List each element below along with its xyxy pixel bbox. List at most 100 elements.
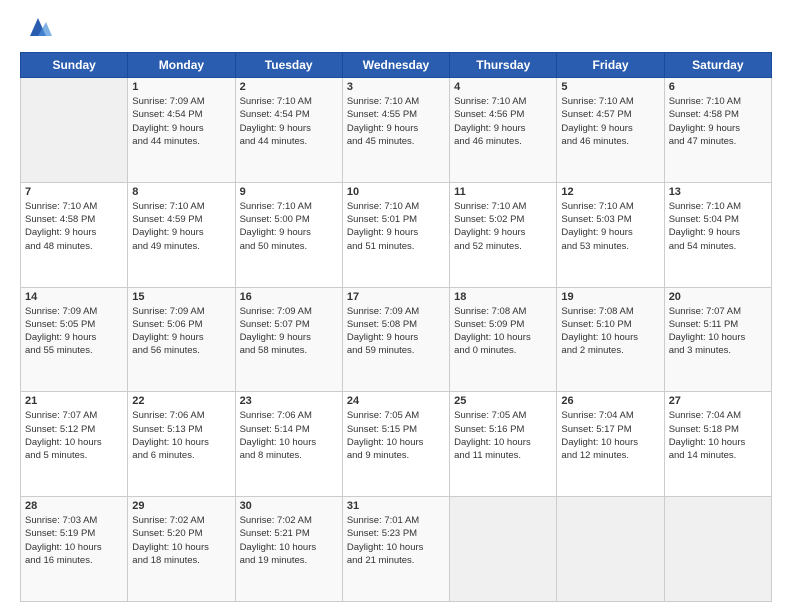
day-header-tuesday: Tuesday (235, 53, 342, 78)
cell-info: Sunrise: 7:10 AM Sunset: 4:55 PM Dayligh… (347, 95, 445, 148)
cell-info: Sunrise: 7:10 AM Sunset: 4:58 PM Dayligh… (669, 95, 767, 148)
day-header-sunday: Sunday (21, 53, 128, 78)
calendar-body: 1 Sunrise: 7:09 AM Sunset: 4:54 PM Daylig… (21, 78, 772, 602)
day-number: 29 (132, 500, 230, 512)
cell-info: Sunrise: 7:09 AM Sunset: 4:54 PM Dayligh… (132, 95, 230, 148)
calendar-cell: 27 Sunrise: 7:04 AM Sunset: 5:18 PM Dayli… (664, 392, 771, 497)
cell-info: Sunrise: 7:06 AM Sunset: 5:14 PM Dayligh… (240, 409, 338, 462)
calendar-cell (21, 78, 128, 183)
calendar-cell (664, 497, 771, 602)
day-number: 30 (240, 500, 338, 512)
day-number: 13 (669, 186, 767, 198)
day-number: 8 (132, 186, 230, 198)
calendar-cell: 30 Sunrise: 7:02 AM Sunset: 5:21 PM Dayli… (235, 497, 342, 602)
calendar-cell: 11 Sunrise: 7:10 AM Sunset: 5:02 PM Dayli… (450, 182, 557, 287)
day-number: 20 (669, 291, 767, 303)
week-row-2: 14 Sunrise: 7:09 AM Sunset: 5:05 PM Dayli… (21, 287, 772, 392)
logo-icon (24, 14, 52, 42)
cell-info: Sunrise: 7:08 AM Sunset: 5:10 PM Dayligh… (561, 305, 659, 358)
day-number: 25 (454, 395, 552, 407)
day-number: 21 (25, 395, 123, 407)
cell-info: Sunrise: 7:10 AM Sunset: 4:54 PM Dayligh… (240, 95, 338, 148)
day-number: 27 (669, 395, 767, 407)
day-number: 18 (454, 291, 552, 303)
day-number: 12 (561, 186, 659, 198)
calendar-cell: 6Sunrise: 7:10 AM Sunset: 4:58 PM Daylig… (664, 78, 771, 183)
cell-info: Sunrise: 7:10 AM Sunset: 4:57 PM Dayligh… (561, 95, 659, 148)
cell-info: Sunrise: 7:04 AM Sunset: 5:18 PM Dayligh… (669, 409, 767, 462)
calendar-cell: 23 Sunrise: 7:06 AM Sunset: 5:14 PM Dayli… (235, 392, 342, 497)
week-row-0: 1 Sunrise: 7:09 AM Sunset: 4:54 PM Daylig… (21, 78, 772, 183)
day-number: 28 (25, 500, 123, 512)
cell-info: Sunrise: 7:07 AM Sunset: 5:12 PM Dayligh… (25, 409, 123, 462)
cell-info: Sunrise: 7:10 AM Sunset: 5:04 PM Dayligh… (669, 200, 767, 253)
calendar-cell: 20 Sunrise: 7:07 AM Sunset: 5:11 PM Dayli… (664, 287, 771, 392)
day-number: 23 (240, 395, 338, 407)
cell-info: Sunrise: 7:01 AM Sunset: 5:23 PM Dayligh… (347, 514, 445, 567)
cell-info: Sunrise: 7:08 AM Sunset: 5:09 PM Dayligh… (454, 305, 552, 358)
cell-info: Sunrise: 7:02 AM Sunset: 5:20 PM Dayligh… (132, 514, 230, 567)
day-header-thursday: Thursday (450, 53, 557, 78)
day-number: 11 (454, 186, 552, 198)
cell-info: Sunrise: 7:09 AM Sunset: 5:05 PM Dayligh… (25, 305, 123, 358)
day-number: 1 (132, 81, 230, 93)
calendar-cell: 25 Sunrise: 7:05 AM Sunset: 5:16 PM Dayli… (450, 392, 557, 497)
calendar-cell: 21 Sunrise: 7:07 AM Sunset: 5:12 PM Dayli… (21, 392, 128, 497)
day-number: 16 (240, 291, 338, 303)
day-number: 14 (25, 291, 123, 303)
cell-info: Sunrise: 7:10 AM Sunset: 5:00 PM Dayligh… (240, 200, 338, 253)
day-header-saturday: Saturday (664, 53, 771, 78)
calendar-cell: 4Sunrise: 7:10 AM Sunset: 4:56 PM Daylig… (450, 78, 557, 183)
cell-info: Sunrise: 7:05 AM Sunset: 5:16 PM Dayligh… (454, 409, 552, 462)
cell-info: Sunrise: 7:10 AM Sunset: 4:58 PM Dayligh… (25, 200, 123, 253)
calendar-cell: 17Sunrise: 7:09 AM Sunset: 5:08 PM Dayli… (342, 287, 449, 392)
cell-info: Sunrise: 7:04 AM Sunset: 5:17 PM Dayligh… (561, 409, 659, 462)
cell-info: Sunrise: 7:10 AM Sunset: 5:02 PM Dayligh… (454, 200, 552, 253)
calendar-cell: 18 Sunrise: 7:08 AM Sunset: 5:09 PM Dayli… (450, 287, 557, 392)
calendar-cell: 8Sunrise: 7:10 AM Sunset: 4:59 PM Daylig… (128, 182, 235, 287)
page: SundayMondayTuesdayWednesdayThursdayFrid… (0, 0, 792, 612)
day-number: 31 (347, 500, 445, 512)
calendar-cell: 22 Sunrise: 7:06 AM Sunset: 5:13 PM Dayli… (128, 392, 235, 497)
day-number: 3 (347, 81, 445, 93)
calendar-cell: 1 Sunrise: 7:09 AM Sunset: 4:54 PM Daylig… (128, 78, 235, 183)
cell-info: Sunrise: 7:03 AM Sunset: 5:19 PM Dayligh… (25, 514, 123, 567)
week-row-3: 21 Sunrise: 7:07 AM Sunset: 5:12 PM Dayli… (21, 392, 772, 497)
day-number: 24 (347, 395, 445, 407)
calendar-header: SundayMondayTuesdayWednesdayThursdayFrid… (21, 53, 772, 78)
week-row-4: 28 Sunrise: 7:03 AM Sunset: 5:19 PM Dayli… (21, 497, 772, 602)
cell-info: Sunrise: 7:09 AM Sunset: 5:06 PM Dayligh… (132, 305, 230, 358)
calendar-cell: 15 Sunrise: 7:09 AM Sunset: 5:06 PM Dayli… (128, 287, 235, 392)
day-header-wednesday: Wednesday (342, 53, 449, 78)
day-number: 15 (132, 291, 230, 303)
day-number: 2 (240, 81, 338, 93)
cell-info: Sunrise: 7:07 AM Sunset: 5:11 PM Dayligh… (669, 305, 767, 358)
day-header-friday: Friday (557, 53, 664, 78)
day-header-monday: Monday (128, 53, 235, 78)
calendar-cell: 10Sunrise: 7:10 AM Sunset: 5:01 PM Dayli… (342, 182, 449, 287)
day-number: 7 (25, 186, 123, 198)
calendar-cell: 14 Sunrise: 7:09 AM Sunset: 5:05 PM Dayli… (21, 287, 128, 392)
cell-info: Sunrise: 7:06 AM Sunset: 5:13 PM Dayligh… (132, 409, 230, 462)
day-number: 19 (561, 291, 659, 303)
day-number: 4 (454, 81, 552, 93)
calendar-cell: 24Sunrise: 7:05 AM Sunset: 5:15 PM Dayli… (342, 392, 449, 497)
calendar-cell: 26 Sunrise: 7:04 AM Sunset: 5:17 PM Dayli… (557, 392, 664, 497)
calendar-cell: 31 Sunrise: 7:01 AM Sunset: 5:23 PM Dayli… (342, 497, 449, 602)
logo (20, 18, 52, 42)
calendar-cell: 3 Sunrise: 7:10 AM Sunset: 4:55 PM Daylig… (342, 78, 449, 183)
cell-info: Sunrise: 7:02 AM Sunset: 5:21 PM Dayligh… (240, 514, 338, 567)
header-row: SundayMondayTuesdayWednesdayThursdayFrid… (21, 53, 772, 78)
day-number: 26 (561, 395, 659, 407)
cell-info: Sunrise: 7:10 AM Sunset: 5:03 PM Dayligh… (561, 200, 659, 253)
cell-info: Sunrise: 7:09 AM Sunset: 5:08 PM Dayligh… (347, 305, 445, 358)
day-number: 22 (132, 395, 230, 407)
cell-info: Sunrise: 7:09 AM Sunset: 5:07 PM Dayligh… (240, 305, 338, 358)
week-row-1: 7 Sunrise: 7:10 AM Sunset: 4:58 PM Daylig… (21, 182, 772, 287)
calendar-cell: 12 Sunrise: 7:10 AM Sunset: 5:03 PM Dayli… (557, 182, 664, 287)
calendar-cell (450, 497, 557, 602)
calendar-cell: 28 Sunrise: 7:03 AM Sunset: 5:19 PM Dayli… (21, 497, 128, 602)
cell-info: Sunrise: 7:10 AM Sunset: 5:01 PM Dayligh… (347, 200, 445, 253)
day-number: 9 (240, 186, 338, 198)
header (20, 18, 772, 42)
